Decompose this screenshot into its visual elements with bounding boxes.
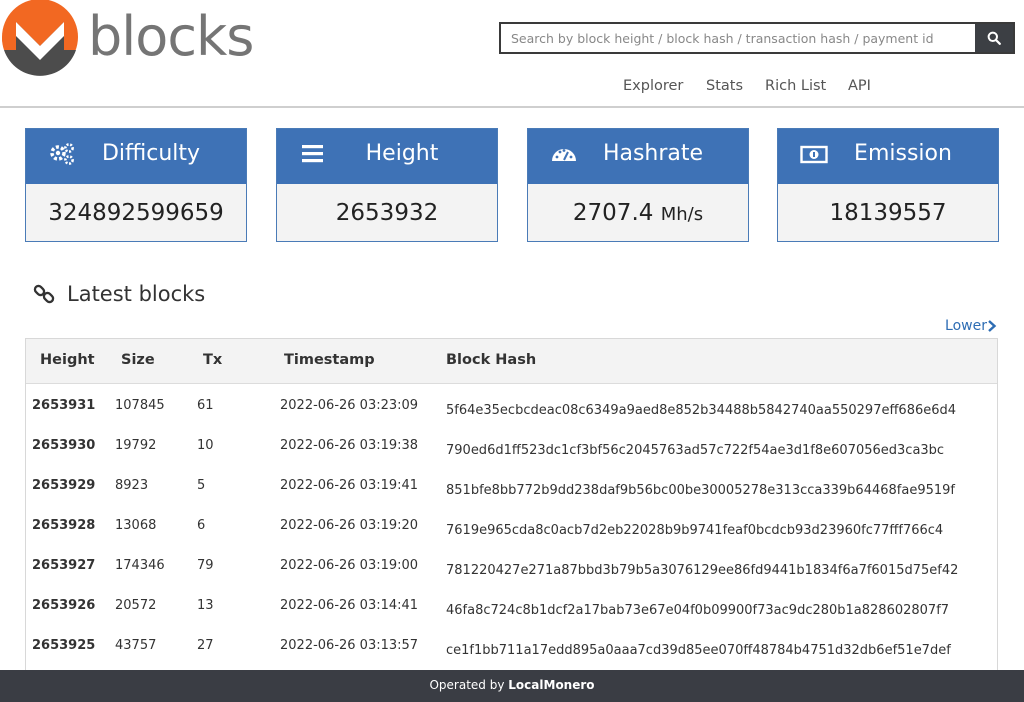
block-tx-count: 79	[197, 558, 214, 573]
block-tx-count: 10	[197, 438, 214, 453]
nav-rich-list[interactable]: Rich List	[765, 78, 826, 94]
stat-card-emission: Emission 18139557	[777, 128, 999, 242]
block-hash[interactable]: ce1f1bb711a17edd895a0aaa7cd39d85ee070ff4…	[446, 643, 951, 658]
table-header: Height Size Tx Timestamp Block Hash	[26, 339, 997, 384]
chevron-right-icon	[988, 320, 997, 332]
block-height[interactable]: 2653928	[32, 518, 95, 533]
logo-text: blocks	[88, 5, 254, 68]
block-height[interactable]: 2653931	[32, 398, 95, 413]
table-row[interactable]: 2653925 43757 27 2022-06-26 03:13:57 ce1…	[26, 626, 997, 666]
block-hash[interactable]: 781220427e271a87bbd3b79b5a3076129ee86fd9…	[446, 563, 958, 578]
column-header-timestamp: Timestamp	[284, 352, 375, 368]
column-header-tx: Tx	[203, 352, 223, 368]
block-size: 174346	[115, 558, 165, 573]
block-timestamp: 2022-06-26 03:23:09	[280, 398, 419, 413]
block-hash[interactable]: 851bfe8bb772b9dd238daf9b56bc00be30005278…	[446, 483, 955, 498]
latest-blocks-heading: Latest blocks	[33, 282, 205, 306]
column-header-size: Size	[121, 352, 155, 368]
latest-blocks-title: Latest blocks	[67, 282, 206, 306]
block-height[interactable]: 2653925	[32, 638, 95, 653]
block-size: 19792	[115, 438, 157, 453]
stat-value: 324892599659	[26, 184, 246, 242]
block-tx-count: 5	[197, 478, 206, 493]
stat-title: Difficulty	[101, 141, 201, 166]
stat-title: Emission	[854, 141, 952, 166]
block-height[interactable]: 2653927	[32, 558, 95, 573]
column-header-height: Height	[40, 352, 95, 368]
nav-stats[interactable]: Stats	[706, 78, 743, 94]
block-size: 107845	[115, 398, 165, 413]
block-height[interactable]: 2653926	[32, 598, 95, 613]
stat-value-number: 18139557	[829, 200, 947, 226]
search-icon	[987, 31, 1001, 45]
nav-explorer[interactable]: Explorer	[623, 78, 683, 94]
block-size: 20572	[115, 598, 157, 613]
stat-card-height: Height 2653932	[276, 128, 498, 242]
block-hash[interactable]: 7619e965cda8c0acb7d2eb22028b9b9741feaf0b…	[446, 523, 943, 538]
block-timestamp: 2022-06-26 03:14:41	[280, 598, 419, 613]
footer-prefix: Operated by	[429, 678, 505, 692]
stat-card-header: Height	[277, 129, 497, 184]
table-row[interactable]: 2653931 107845 61 2022-06-26 03:23:09 5f…	[26, 386, 997, 426]
lower-link[interactable]: Lower	[945, 318, 997, 334]
stat-value: 2653932	[277, 184, 497, 242]
column-header-block-hash: Block Hash	[446, 352, 537, 368]
nav-api[interactable]: API	[848, 78, 871, 94]
block-timestamp: 2022-06-26 03:19:20	[280, 518, 419, 533]
search-bar	[499, 22, 1015, 54]
table-row[interactable]: 2653929 8923 5 2022-06-26 03:19:41 851bf…	[26, 466, 997, 506]
block-timestamp: 2022-06-26 03:13:57	[280, 638, 419, 653]
site-logo[interactable]: blocks	[0, 0, 260, 80]
link-icon	[33, 284, 55, 304]
block-hash[interactable]: 46fa8c724c8b1dcf2a17bab73e67e04f0b09900f…	[446, 603, 949, 618]
lower-link-label: Lower	[945, 318, 987, 334]
search-input[interactable]	[501, 24, 975, 52]
block-height[interactable]: 2653929	[32, 478, 95, 493]
stat-card-header: Emission	[778, 129, 998, 184]
table-row[interactable]: 2653928 13068 6 2022-06-26 03:19:20 7619…	[26, 506, 997, 546]
footer-brand-link[interactable]: LocalMonero	[508, 678, 594, 692]
block-hash[interactable]: 790ed6d1ff523dc1cf3bf56c2045763ad57c722f…	[446, 443, 944, 458]
block-tx-count: 27	[197, 638, 214, 653]
block-timestamp: 2022-06-26 03:19:00	[280, 558, 419, 573]
stat-value-number: 2707.4	[572, 200, 654, 226]
block-timestamp: 2022-06-26 03:19:41	[280, 478, 419, 493]
site-header: blocks Explorer Stats Rich List API	[0, 0, 1024, 108]
block-hash[interactable]: 5f64e35ecbcdeac08c6349a9aed8e852b34488b5…	[446, 403, 956, 418]
block-tx-count: 61	[197, 398, 214, 413]
table-row[interactable]: 2653926 20572 13 2022-06-26 03:14:41 46f…	[26, 586, 997, 626]
stat-value-unit: Mh/s	[660, 204, 704, 225]
site-footer: Operated by LocalMonero	[0, 670, 1024, 702]
stat-value-number: 2653932	[335, 200, 439, 226]
stat-value: 2707.4 Mh/s	[528, 184, 748, 244]
stat-title: Height	[365, 141, 439, 166]
table-row[interactable]: 2653930 19792 10 2022-06-26 03:19:38 790…	[26, 426, 997, 466]
stat-value-number: 324892599659	[48, 200, 224, 226]
block-height[interactable]: 2653930	[32, 438, 95, 453]
stat-card-hashrate: Hashrate 2707.4 Mh/s	[527, 128, 749, 242]
block-size: 8923	[115, 478, 149, 493]
block-tx-count: 6	[197, 518, 206, 533]
block-timestamp: 2022-06-26 03:19:38	[280, 438, 419, 453]
stat-card-header: Hashrate	[528, 129, 748, 184]
search-button[interactable]	[975, 24, 1013, 52]
stat-card-header: Difficulty	[26, 129, 246, 184]
block-tx-count: 13	[197, 598, 214, 613]
stat-title: Hashrate	[602, 141, 704, 166]
stat-card-difficulty: Difficulty 324892599659	[25, 128, 247, 242]
monero-logo-icon	[1, 0, 78, 76]
block-size: 13068	[115, 518, 157, 533]
stat-value: 18139557	[778, 184, 998, 242]
table-row[interactable]: 2653927 174346 79 2022-06-26 03:19:00 78…	[26, 546, 997, 586]
latest-blocks-table: Height Size Tx Timestamp Block Hash 2653…	[25, 338, 998, 678]
block-size: 43757	[115, 638, 157, 653]
